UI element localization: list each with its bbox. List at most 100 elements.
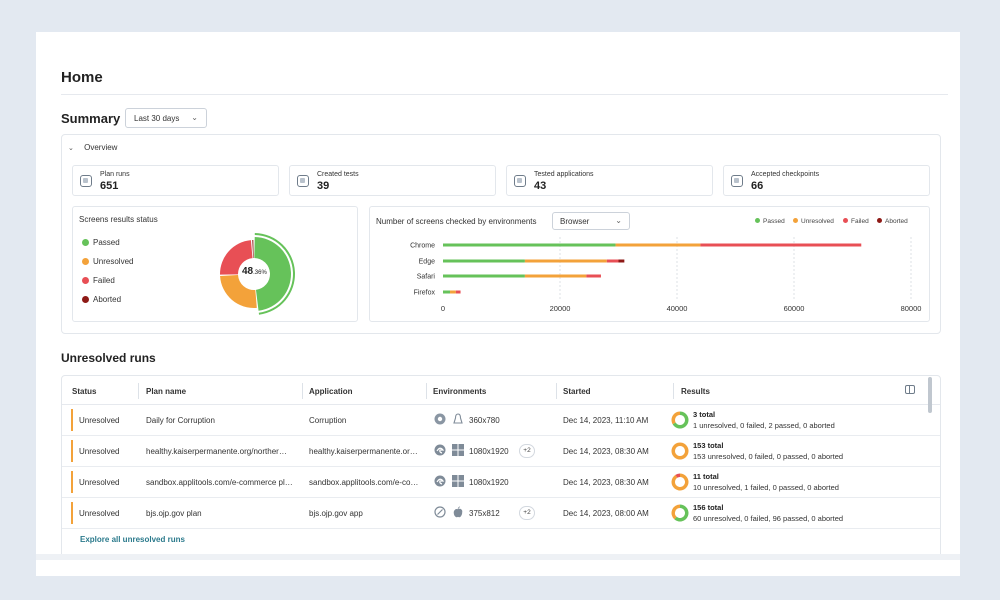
results-total: 153 total	[693, 441, 724, 450]
column-settings-icon[interactable]	[905, 385, 915, 394]
bar-segment-passed[interactable]	[443, 259, 525, 263]
column-header-plan-name[interactable]: Plan name	[146, 387, 186, 396]
application-cell: bjs.ojp.gov app	[309, 509, 363, 518]
summary-title: Summary	[61, 111, 121, 126]
ring-segment-unresolved	[671, 411, 680, 425]
status-indicator	[71, 502, 73, 524]
table-scrollbar[interactable]	[928, 377, 932, 413]
bottom-bar	[36, 554, 960, 560]
stat-label: Created tests	[317, 171, 359, 178]
table-row[interactable]: Unresolved sandbox.applitools.com/e-comme…	[62, 467, 940, 498]
stat-label: Accepted checkpoints	[751, 171, 820, 178]
checkpoint-icon	[731, 175, 743, 187]
results-ring-chart	[671, 442, 689, 460]
stat-card-accepted-checkpoints: Accepted checkpoints 66	[723, 165, 930, 196]
legend-passed: Passed	[82, 238, 120, 247]
column-divider	[302, 383, 303, 399]
bar-segment-failed[interactable]	[700, 243, 862, 247]
explore-unresolved-link[interactable]: Explore all unresolved runs	[80, 535, 185, 544]
x-tick-label: 0	[441, 304, 445, 313]
page-title: Home	[61, 69, 103, 86]
divider	[61, 94, 948, 95]
bar-segment-unresolved[interactable]	[524, 259, 607, 263]
results-detail: 10 unresolved, 1 failed, 0 passed, 0 abo…	[693, 483, 839, 492]
stat-value: 66	[751, 180, 764, 192]
bar-segment-unresolved[interactable]	[450, 290, 456, 294]
donut-slice-unresolved[interactable]	[220, 274, 257, 308]
stat-value: 651	[100, 180, 119, 192]
results-detail: 60 unresolved, 0 failed, 96 passed, 0 ab…	[693, 514, 844, 523]
results-detail: 1 unresolved, 0 failed, 2 passed, 0 abor…	[693, 421, 835, 430]
status-cell: Unresolved	[79, 447, 120, 456]
bar-segment-passed[interactable]	[443, 243, 616, 247]
column-header-results[interactable]: Results	[681, 387, 710, 396]
edge-icon	[434, 475, 446, 487]
plan-name-cell[interactable]: bjs.ojp.gov plan	[146, 509, 202, 518]
more-environments-badge[interactable]: +2	[519, 506, 535, 520]
status-cell: Unresolved	[79, 416, 120, 425]
plan-name-cell[interactable]: sandbox.applitools.com/e-commerce pl…	[146, 478, 293, 487]
chevron-down-icon: ⌄	[68, 145, 74, 152]
started-cell: Dec 14, 2023, 08:30 AM	[563, 478, 649, 487]
column-divider	[138, 383, 139, 399]
ring-segment-unresolved	[671, 504, 680, 520]
legend-aborted: Aborted	[82, 295, 121, 304]
passed-dot-icon	[82, 239, 89, 246]
column-header-environments[interactable]: Environments	[433, 387, 486, 396]
x-tick-label: 60000	[784, 304, 805, 313]
donut-slice-aborted[interactable]	[252, 240, 254, 259]
results-ring-chart	[671, 473, 689, 491]
resolution-cell: 375x812	[469, 509, 500, 518]
date-range-value: Last 30 days	[134, 114, 180, 123]
column-header-application[interactable]: Application	[309, 387, 353, 396]
status-cell: Unresolved	[79, 478, 120, 487]
plan-name-cell[interactable]: healthy.kaiserpermanente.org/norther…	[146, 447, 287, 456]
overview-panel: ⌄ Overview Plan runs 651 Created tests 3…	[61, 134, 941, 334]
column-divider	[426, 383, 427, 399]
bar-segment-unresolved[interactable]	[615, 243, 701, 247]
ring-segment-unresolved	[671, 442, 689, 460]
overview-toggle[interactable]: ⌄ Overview	[68, 143, 117, 152]
x-tick-label: 80000	[901, 304, 922, 313]
bar-segment-aborted[interactable]	[618, 259, 625, 263]
table-row[interactable]: Unresolved healthy.kaiserpermanente.org/n…	[62, 436, 940, 467]
stat-label: Plan runs	[100, 171, 130, 178]
x-tick-label: 20000	[550, 304, 571, 313]
date-range-select[interactable]: Last 30 days ⌄	[125, 108, 207, 128]
stat-label: Tested applications	[534, 171, 594, 178]
table-row[interactable]: Unresolved bjs.ojp.gov plan bjs.ojp.gov ap…	[62, 498, 940, 529]
started-cell: Dec 14, 2023, 08:00 AM	[563, 509, 649, 518]
stat-card-plan-runs: Plan runs 651	[72, 165, 279, 196]
bar-segment-unresolved[interactable]	[524, 274, 587, 278]
donut-center-value: 48.36%	[242, 266, 267, 277]
edge-icon	[434, 444, 446, 456]
chrome-icon	[434, 413, 446, 425]
resolution-cell: 1080x1920	[469, 447, 509, 456]
chevron-down-icon: ⌄	[191, 113, 198, 122]
bar-segment-failed[interactable]	[606, 259, 619, 263]
results-total: 3 total	[693, 410, 716, 419]
bar-segment-failed[interactable]	[586, 274, 601, 278]
stat-card-created-tests: Created tests 39	[289, 165, 496, 196]
legend-failed: Failed	[82, 276, 115, 285]
unresolved-runs-title: Unresolved runs	[61, 351, 156, 365]
resolution-cell: 1080x1920	[469, 478, 509, 487]
bar-segment-passed[interactable]	[443, 290, 451, 294]
legend-unresolved: Unresolved	[82, 257, 133, 266]
bar-segment-passed[interactable]	[443, 274, 525, 278]
more-environments-badge[interactable]: +2	[519, 444, 535, 458]
column-header-status[interactable]: Status	[72, 387, 96, 396]
card-title: Screens results status	[79, 215, 158, 224]
home-page: Home Summary Last 30 days ⌄ ⌄ Overview P…	[36, 32, 960, 576]
safari-icon	[434, 506, 446, 518]
started-cell: Dec 14, 2023, 08:30 AM	[563, 447, 649, 456]
column-header-started[interactable]: Started	[563, 387, 591, 396]
plan-name-cell[interactable]: Daily for Corruption	[146, 416, 215, 425]
table-row[interactable]: Unresolved Daily for Corruption Corruption…	[62, 405, 940, 436]
x-tick-label: 40000	[667, 304, 688, 313]
bar-segment-failed[interactable]	[455, 290, 461, 294]
overview-label: Overview	[84, 143, 118, 152]
stat-value: 39	[317, 180, 330, 192]
column-divider	[556, 383, 557, 399]
status-cell: Unresolved	[79, 509, 120, 518]
